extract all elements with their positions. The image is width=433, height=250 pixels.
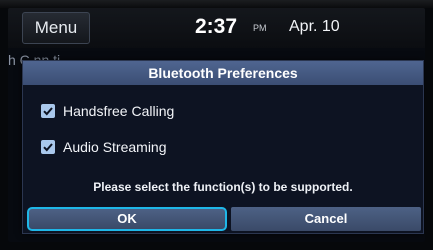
clock-time: 2:37: [195, 15, 238, 38]
date-display: Apr. 10: [289, 18, 340, 35]
dialog-title: Bluetooth Preferences: [23, 61, 423, 85]
status-bar: Menu 2:37 PM Apr. 10: [8, 8, 425, 48]
option-label: Audio Streaming: [63, 139, 167, 155]
display-bezel: [0, 0, 433, 8]
dialog-message: Please select the function(s) to be supp…: [93, 180, 353, 194]
option-label: Handsfree Calling: [63, 103, 175, 119]
check-icon: [43, 107, 53, 116]
ok-button[interactable]: OK: [27, 207, 227, 231]
bluetooth-preferences-dialog: Bluetooth Preferences Handsfree Calling …: [22, 60, 424, 234]
handsfree-calling-checkbox[interactable]: [41, 104, 55, 118]
head-unit-screen: Menu 2:37 PM Apr. 10 h C nn ti Bluetooth…: [8, 8, 425, 242]
menu-button[interactable]: Menu: [22, 12, 90, 44]
audio-streaming-checkbox[interactable]: [41, 140, 55, 154]
clock-ampm: PM: [253, 23, 267, 33]
cancel-button[interactable]: Cancel: [231, 207, 421, 231]
check-icon: [43, 143, 53, 152]
